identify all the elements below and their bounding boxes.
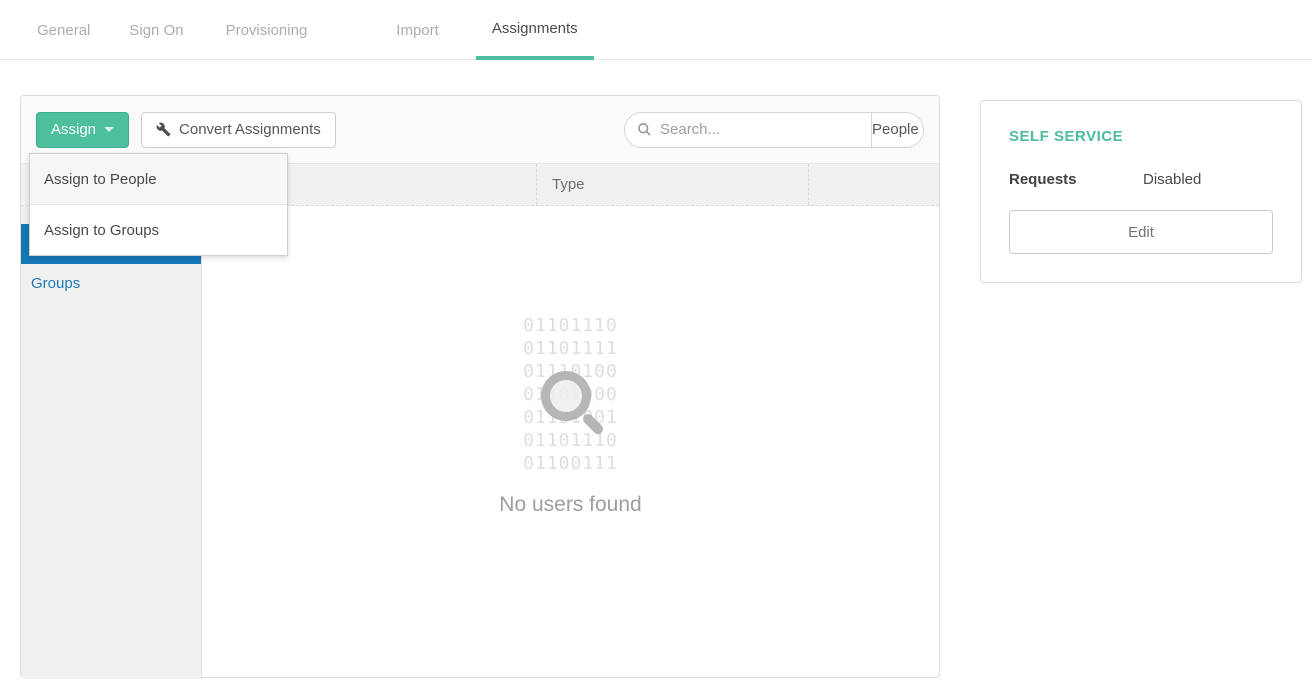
tab-assignments[interactable]: Assignments: [476, 0, 594, 60]
column-actions: [808, 164, 939, 205]
binary-line: 01101110: [523, 429, 618, 452]
requests-row: Requests Disabled: [1009, 171, 1273, 188]
search-input[interactable]: [660, 121, 859, 138]
empty-state: 01101110 01101111 01110100 01101000 0110…: [202, 314, 939, 517]
column-type-label: Type: [552, 176, 585, 193]
column-type: Type: [536, 164, 808, 205]
empty-state-message: No users found: [202, 493, 939, 517]
tab-general[interactable]: General: [37, 0, 90, 60]
tab-provisioning[interactable]: Provisioning: [226, 0, 308, 60]
app-tabbar: General Sign On Provisioning Import Assi…: [0, 0, 1312, 60]
search-box: [625, 121, 871, 138]
requests-value: Disabled: [1143, 171, 1201, 188]
assign-dropdown-menu: Assign to People Assign to Groups: [29, 153, 288, 256]
assign-button[interactable]: Assign: [36, 112, 129, 148]
binary-line: 01101110: [523, 314, 618, 337]
filter-sidebar: People Groups: [21, 206, 202, 679]
self-service-title: SELF SERVICE: [1009, 128, 1273, 145]
assignments-body: People Groups 01101110 01101111 01110100…: [21, 206, 939, 679]
tab-import[interactable]: Import: [396, 0, 439, 60]
search-scope-dropdown[interactable]: People: [871, 113, 924, 147]
convert-assignments-label: Convert Assignments: [179, 121, 321, 138]
sidebar-item-groups[interactable]: Groups: [21, 264, 201, 304]
wrench-icon: [156, 122, 171, 137]
requests-label: Requests: [1009, 171, 1143, 188]
assignments-content: 01101110 01101111 01110100 01101000 0110…: [202, 206, 939, 679]
search-scope-label: People: [872, 121, 919, 138]
tab-sign-on[interactable]: Sign On: [129, 0, 183, 60]
menu-item-assign-to-groups[interactable]: Assign to Groups: [30, 205, 287, 255]
binary-art: 01101110 01101111 01110100 01101000 0110…: [523, 314, 618, 475]
menu-item-assign-to-people[interactable]: Assign to People: [30, 154, 287, 204]
assign-button-label: Assign: [51, 121, 96, 138]
binary-line: 01100111: [523, 452, 618, 475]
search-pill: People: [624, 112, 924, 148]
search-icon: [637, 122, 652, 137]
self-service-panel: SELF SERVICE Requests Disabled Edit: [980, 100, 1302, 283]
convert-assignments-button[interactable]: Convert Assignments: [141, 112, 336, 148]
binary-line: 01101111: [523, 337, 618, 360]
chevron-down-icon: [104, 127, 114, 132]
edit-button[interactable]: Edit: [1009, 210, 1273, 254]
